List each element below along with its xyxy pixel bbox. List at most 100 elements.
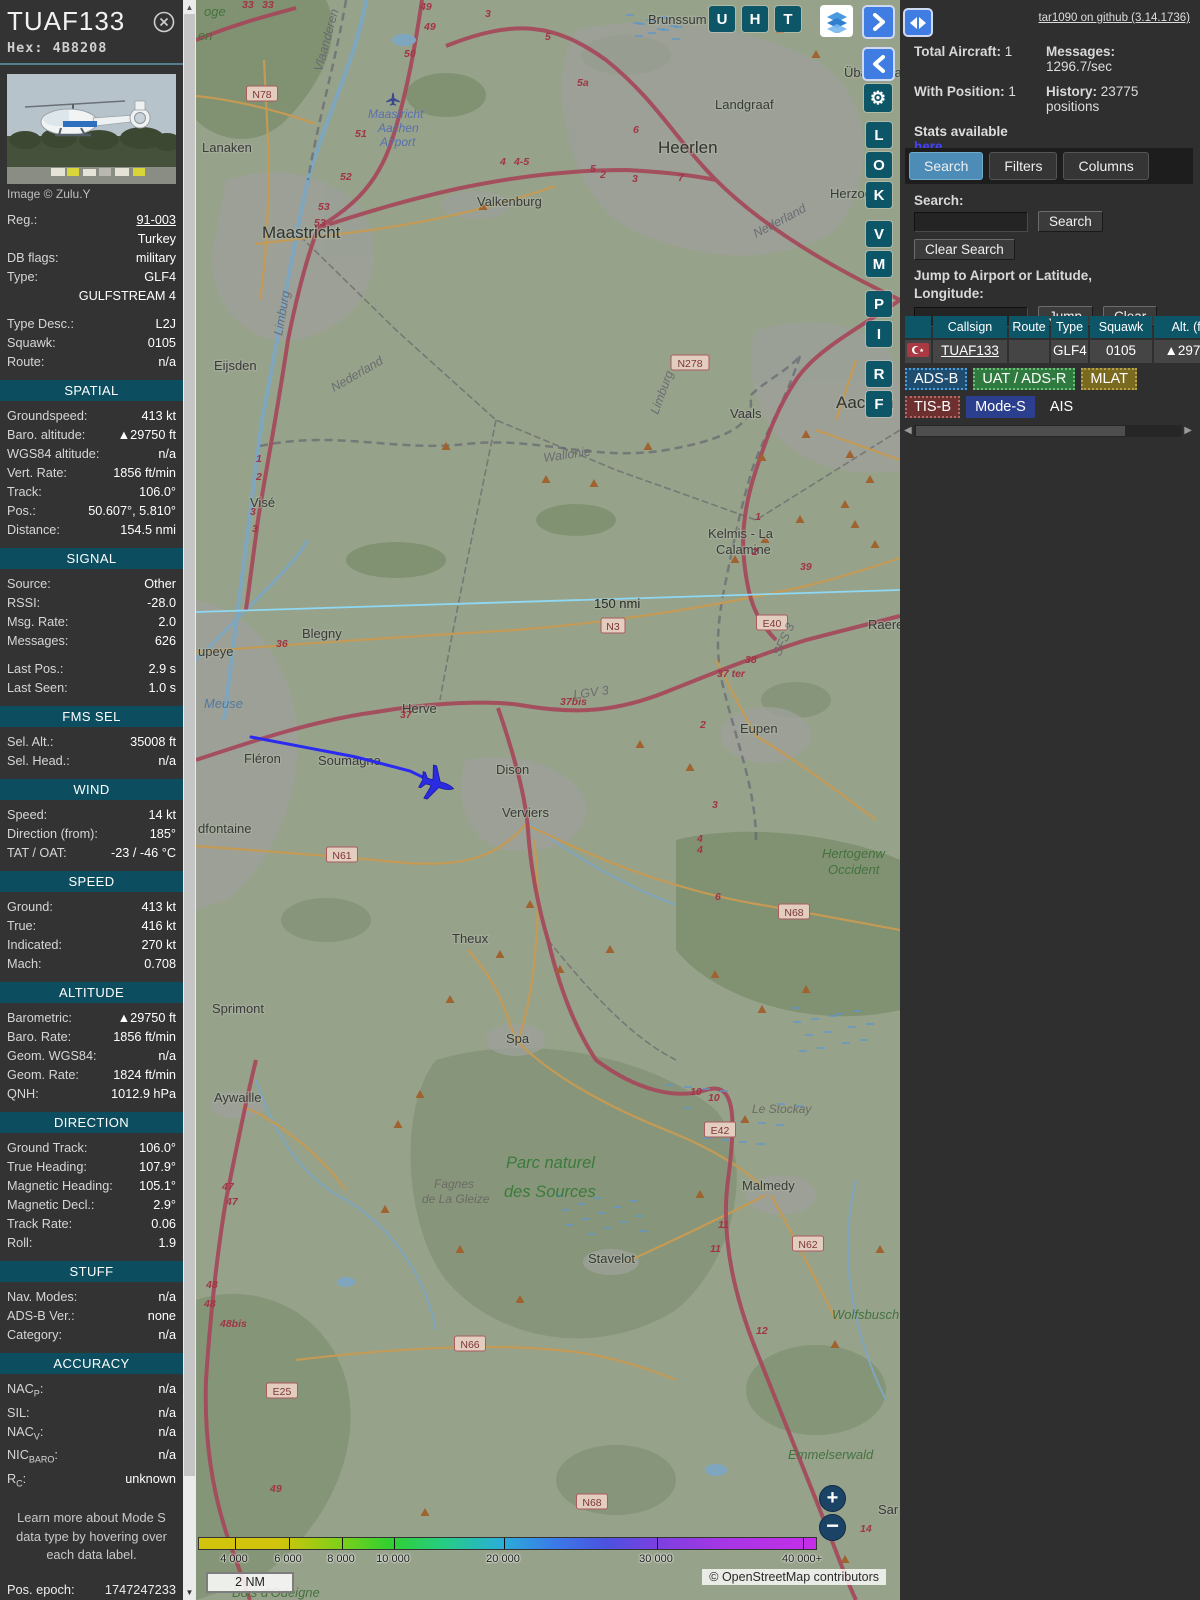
scroll-up-icon[interactable]: ▲ [183, 3, 196, 12]
settings-button[interactable]: ⚙ [864, 84, 892, 112]
collapse-left-button[interactable] [862, 47, 895, 81]
source-badge-ads-b: ADS-B [905, 368, 967, 390]
altitude-legend-label: 10 000 [376, 1553, 410, 1565]
map-button-i[interactable]: I [866, 321, 892, 347]
sidebar-scrollbar[interactable]: ▲ ▼ [183, 0, 196, 1600]
map-label: Eupen [740, 721, 778, 736]
data-row: Groundspeed:413 kt [7, 407, 176, 426]
aircraft-table-row[interactable]: TUAF133 GLF40105▲29750 [905, 338, 1200, 363]
layers-button[interactable] [820, 5, 853, 37]
source-badge-mode-s: Mode-S [966, 396, 1035, 418]
map-label: 10 [690, 1086, 702, 1098]
map-button-m[interactable]: M [866, 251, 892, 277]
zoom-in-button[interactable]: + [819, 1485, 846, 1512]
map-label: 2 [699, 719, 706, 731]
data-value: GULFSTREAM 4 [79, 287, 176, 306]
row-cell-route[interactable] [1009, 340, 1049, 363]
map-label: 39 [800, 561, 812, 573]
map-label: Hertogenw [822, 846, 886, 861]
map-label: 50 [404, 48, 416, 60]
map-button-t[interactable]: T [775, 6, 801, 32]
data-value: 0.708 [144, 955, 176, 974]
map-label: 49 [423, 21, 436, 33]
source-type-legend: ADS-BUAT / ADS-RMLATTIS-BMode-SAIS [905, 368, 1197, 418]
map-label: Theux [452, 931, 489, 946]
map-label: 47 [225, 1196, 239, 1208]
panel-tabs: SearchFiltersColumns [905, 148, 1193, 184]
map-button-r[interactable]: R [866, 361, 892, 387]
map-label: Calamine [716, 542, 771, 557]
expand-right-button[interactable] [862, 5, 895, 39]
tab-search[interactable]: Search [909, 152, 983, 180]
map-button-p[interactable]: P [866, 291, 892, 317]
column-header[interactable] [905, 316, 931, 338]
with-position: With Position: 1 [914, 84, 1032, 114]
data-value[interactable]: 91-003 [136, 211, 176, 230]
scrollbar-thumb[interactable] [184, 14, 195, 1476]
column-header[interactable]: Route [1009, 316, 1049, 338]
map-label: 38 [745, 654, 757, 666]
close-icon[interactable] [152, 10, 176, 34]
altitude-legend-label: 40 000+ [782, 1553, 822, 1565]
callsign-title: TUAF133 [7, 6, 125, 37]
map-label: 6 [715, 891, 721, 903]
data-value: none [148, 1307, 176, 1326]
table-horizontal-scrollbar[interactable]: ◀ ▶ [904, 424, 1192, 438]
data-value: 107.9° [139, 1158, 176, 1177]
tab-filters[interactable]: Filters [989, 152, 1057, 180]
road-badge: E25 [267, 1383, 298, 1398]
column-header[interactable]: Squawk [1090, 316, 1152, 338]
github-version-link[interactable]: tar1090 on github (3.14.1736) [1038, 12, 1190, 24]
svg-text:N3: N3 [606, 621, 620, 633]
map-button-u[interactable]: U [709, 6, 735, 32]
column-header[interactable]: Callsign [933, 316, 1007, 338]
search-button[interactable]: Search [1038, 211, 1103, 232]
search-input[interactable] [914, 212, 1028, 232]
map-button-k[interactable]: K [866, 182, 892, 208]
map-label: 33 [262, 0, 274, 11]
data-row: Baro. Rate:1856 ft/min [7, 1028, 176, 1047]
map-button-v[interactable]: V [866, 221, 892, 247]
map-label: 47 [221, 1181, 235, 1193]
scroll-down-icon[interactable]: ▼ [183, 1588, 196, 1597]
zoom-out-button[interactable]: − [819, 1514, 846, 1541]
data-value: 413 kt [141, 898, 176, 917]
map-button-f[interactable]: F [866, 391, 892, 417]
map-label: Le Stockay [752, 1102, 812, 1116]
map-button-l[interactable]: L [866, 122, 892, 148]
tab-columns[interactable]: Columns [1063, 152, 1148, 180]
row-cell-alt[interactable]: ▲29750 [1154, 340, 1200, 363]
hex-code: Hex: 4B8208 [7, 40, 176, 56]
row-cell-flag[interactable] [905, 340, 931, 363]
row-cell-type[interactable]: GLF4 [1051, 340, 1088, 363]
map-label: Malmedy [742, 1178, 795, 1193]
row-cell-callsign[interactable]: TUAF133 [933, 340, 1007, 363]
data-row: Messages:626 [7, 632, 176, 651]
data-value: -23 / -46 °C [111, 844, 176, 863]
map-canvas[interactable]: 150 nmi N78N278N3E40N61N68E42N62N66E25N6… [196, 0, 900, 1600]
data-value: n/a [158, 445, 176, 464]
svg-text:N78: N78 [252, 89, 271, 101]
map-button-h[interactable]: H [742, 6, 768, 32]
aircraft-table-header[interactable]: CallsignRouteTypeSquawkAlt. (ft)Sp [905, 316, 1200, 338]
scroll-left-icon[interactable]: ◀ [904, 425, 912, 437]
data-row: Mach:0.708 [7, 955, 176, 974]
chevron-right-icon [871, 13, 887, 31]
map-label: 49 [419, 1, 432, 13]
map-label: 36 [276, 638, 288, 650]
row-cell-squawk[interactable]: 0105 [1090, 340, 1152, 363]
panel-resize-button[interactable] [903, 8, 933, 37]
column-header[interactable]: Type [1051, 316, 1088, 338]
aircraft-photo[interactable] [7, 74, 176, 184]
total-aircraft: Total Aircraft: 1 [914, 44, 1032, 74]
clear-search-button[interactable]: Clear Search [914, 239, 1015, 260]
svg-text:N68: N68 [582, 1497, 601, 1509]
map-label: 2 [599, 169, 606, 181]
map-label: Meuse [204, 696, 243, 711]
scroll-right-icon[interactable]: ▶ [1184, 425, 1192, 437]
column-header[interactable]: Alt. (ft) [1154, 316, 1200, 338]
altitude-legend-label: 4 000 [220, 1553, 248, 1565]
map-button-o[interactable]: O [866, 152, 892, 178]
data-row: Sel. Alt.:35008 ft [7, 733, 176, 752]
hscroll-thumb[interactable] [916, 426, 1126, 436]
